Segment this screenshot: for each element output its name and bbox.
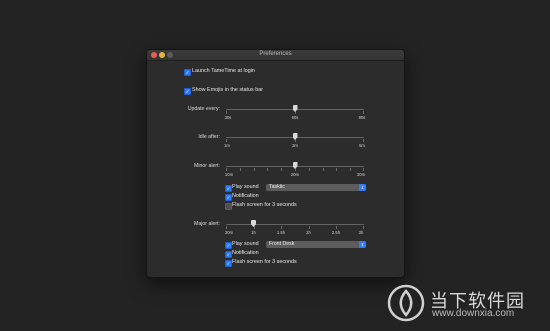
minor-alert-tick-label: 10m: [224, 172, 234, 177]
update-every-slider[interactable]: 30s 60s 90s: [224, 105, 366, 121]
show-emojis-label: Show Emojis in the status bar: [192, 87, 264, 93]
title-bar[interactable]: Preferences: [147, 50, 404, 61]
update-every-tick-label: 30s: [224, 115, 232, 120]
chevron-up-down-icon: ⇕: [359, 241, 366, 248]
minor-sound-select-value: Tasktic: [269, 184, 285, 190]
watermark-logo-icon: [387, 284, 425, 322]
preferences-window: Preferences ✓ Launch TameTime at login ✓…: [146, 49, 405, 278]
major-alert-tick-label: 2h: [306, 230, 311, 235]
major-alert-tick-label: 2.5h: [331, 230, 341, 235]
update-every-tick-label: 60s: [291, 115, 299, 120]
idle-after-tick-label: 5m: [359, 143, 365, 148]
minor-alert-tick-label: 30m: [356, 172, 366, 177]
minor-alert-slider-thumb[interactable]: [292, 162, 298, 169]
minor-play-sound-label: Play sound: [232, 184, 259, 190]
minor-notification-label: Notification: [232, 193, 259, 199]
major-alert-slider[interactable]: 30m 1h 1.5h 2h 2.5h 3h: [224, 220, 364, 236]
chevron-up-down-icon: ⇕: [359, 184, 366, 191]
major-play-sound-label: Play sound: [232, 241, 259, 247]
idle-after-tick-label: 3m: [292, 143, 298, 148]
major-flash-screen-label: Flash screen for 3 seconds: [232, 259, 297, 265]
minor-play-sound-checkbox[interactable]: ✓: [225, 185, 232, 192]
major-alert-label: Major alert:: [194, 221, 220, 227]
minor-alert-tick-label: 20m: [290, 172, 300, 177]
major-alert-tick-label: 1h: [251, 230, 256, 235]
major-sound-select-value: Front Desk: [269, 241, 295, 247]
major-play-sound-checkbox[interactable]: ✓: [225, 242, 232, 249]
update-every-label: Update every:: [187, 106, 220, 112]
show-emojis-checkbox[interactable]: ✓: [184, 88, 191, 95]
major-sound-select[interactable]: Front Desk ⇕: [266, 241, 366, 248]
minor-sound-select[interactable]: Tasktic ⇕: [266, 184, 366, 191]
idle-after-label: Idle after:: [198, 134, 220, 140]
major-notification-checkbox[interactable]: ✓: [225, 251, 232, 258]
major-flash-screen-checkbox[interactable]: ✓: [225, 260, 232, 267]
major-alert-tick-label: 3h: [358, 230, 364, 235]
idle-after-slider-thumb[interactable]: [292, 133, 298, 140]
major-notification-label: Notification: [232, 250, 259, 256]
major-alert-tick-label: 1.5h: [276, 230, 286, 235]
minor-notification-checkbox[interactable]: ✓: [225, 194, 232, 201]
update-every-tick-label: 90s: [358, 115, 366, 120]
launch-at-login-label: Launch TameTime at login: [192, 68, 255, 74]
idle-after-tick-label: 1m: [224, 143, 230, 148]
update-every-slider-thumb[interactable]: [292, 105, 298, 112]
minor-flash-screen-label: Flash screen for 3 seconds: [232, 202, 297, 208]
watermark-url: www.downxia.com: [432, 308, 515, 319]
major-alert-tick-label: 30m: [224, 230, 234, 235]
major-alert-slider-thumb[interactable]: [251, 220, 256, 227]
minor-alert-label: Minor alert:: [194, 163, 220, 169]
window-title: Preferences: [259, 51, 292, 57]
launch-at-login-checkbox[interactable]: ✓: [184, 69, 191, 76]
idle-after-slider[interactable]: 1m 3m 5m: [224, 133, 365, 149]
minor-flash-screen-checkbox[interactable]: ✓: [225, 203, 232, 210]
minor-alert-slider[interactable]: 10m 20m 30m: [224, 162, 366, 178]
